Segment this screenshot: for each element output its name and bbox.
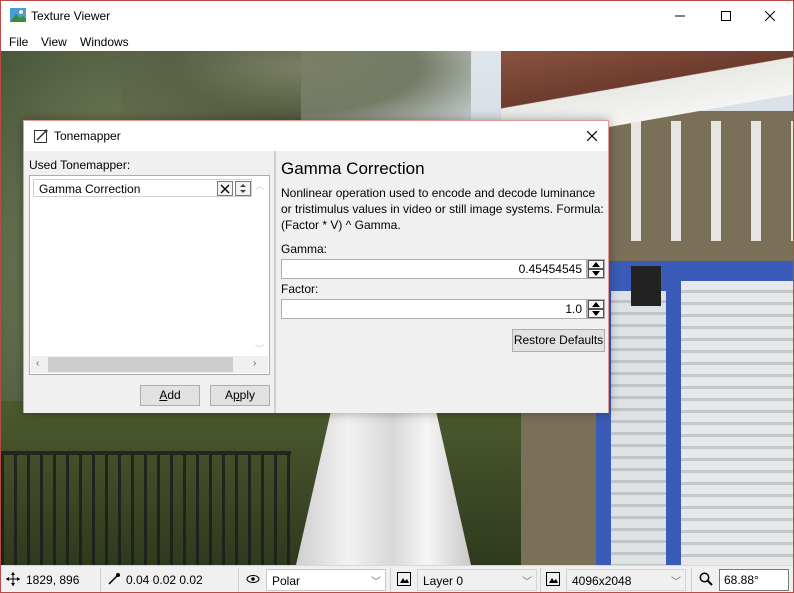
- gamma-label: Gamma:: [281, 242, 328, 256]
- projection-select[interactable]: Polar ﹀: [266, 569, 386, 591]
- window-title: Texture Viewer: [31, 9, 111, 23]
- photo-door-glass-right: [681, 281, 793, 565]
- scroll-up-icon[interactable]: ︿: [255, 179, 264, 192]
- list-item[interactable]: Gamma Correction: [33, 179, 252, 197]
- status-separator: [540, 568, 541, 592]
- tonemapper-settings-pane: Gamma Correction Nonlinear operation use…: [276, 151, 608, 413]
- tonemapper-icon: [34, 129, 48, 143]
- tonemapper-name: Gamma Correction: [281, 159, 425, 178]
- zoom-icon: [699, 572, 713, 586]
- remove-icon: [220, 184, 230, 193]
- menu-view[interactable]: View: [41, 35, 67, 49]
- list-horizontal-scrollbar[interactable]: ‹ ›: [31, 356, 268, 373]
- scroll-left-icon[interactable]: ‹: [36, 358, 39, 369]
- close-icon: [587, 131, 597, 141]
- gamma-input[interactable]: 0.45454545: [281, 259, 587, 279]
- cursor-position: 1829, 896: [26, 573, 80, 587]
- chevron-down-icon: ﹀: [371, 577, 381, 588]
- add-label-rest: dd: [167, 388, 181, 402]
- add-button[interactable]: Add: [140, 385, 200, 406]
- maximize-icon: [721, 11, 731, 21]
- zoom-input[interactable]: 68.88°: [719, 569, 789, 591]
- maximize-button[interactable]: [703, 1, 749, 31]
- layer-icon: [397, 572, 411, 586]
- factor-spinner: [587, 299, 605, 319]
- apply-label-rest: ply: [239, 388, 256, 402]
- scroll-down-icon[interactable]: ﹀: [255, 342, 264, 355]
- tonemapper-list-pane: Used Tonemapper: Gamma Correction ︿ ﹀ ‹ …: [24, 151, 274, 413]
- chevron-down-icon: ﹀: [522, 577, 532, 588]
- resolution-value: 4096x2048: [572, 574, 632, 588]
- arrow-down-icon: [592, 271, 600, 276]
- arrow-down-icon: [592, 311, 600, 316]
- menu-bar: File View Windows: [1, 31, 793, 51]
- landscape-image-icon: [10, 8, 26, 22]
- layer-value: Layer 0: [423, 574, 464, 588]
- apply-label-pre: A: [224, 388, 233, 402]
- photo-beams: [591, 121, 793, 241]
- dialog-title: Tonemapper: [54, 129, 121, 143]
- used-tonemapper-label: Used Tonemapper:: [29, 158, 131, 172]
- photo-door-glass-left: [611, 291, 666, 565]
- gamma-spinner: [587, 259, 605, 279]
- texture-viewer-window: Texture Viewer File View Windows Tonemap…: [0, 0, 794, 593]
- mipmap-select[interactable]: 4096x2048 ﹀: [566, 569, 686, 591]
- apply-button[interactable]: Apply: [210, 385, 270, 406]
- move-cursor-icon: [6, 572, 20, 586]
- status-bar: 1829, 896 0.04 0.02 0.02 Polar ﹀ Layer 0…: [1, 565, 793, 592]
- eye-icon: [246, 575, 260, 583]
- up-down-arrows-icon: [240, 184, 246, 193]
- factor-label: Factor:: [281, 282, 319, 296]
- pixel-color-value: 0.04 0.02 0.02: [126, 573, 203, 587]
- remove-entry-button[interactable]: [217, 181, 233, 196]
- tonemapper-description: Nonlinear operation used to encode and d…: [281, 186, 604, 232]
- apply-label-mnemonic: p: [232, 388, 240, 402]
- horizontal-scroll-thumb[interactable]: [48, 357, 233, 372]
- menu-file[interactable]: File: [9, 35, 28, 49]
- chevron-down-icon: ﹀: [671, 577, 681, 588]
- photo-foliage: [121, 51, 471, 131]
- status-separator: [691, 568, 692, 592]
- arrow-up-icon: [592, 262, 600, 267]
- restore-defaults-button[interactable]: Restore Defaults: [512, 329, 605, 352]
- layer-select[interactable]: Layer 0 ﹀: [417, 569, 537, 591]
- factor-decrement-button[interactable]: [588, 309, 604, 318]
- reorder-entry-button[interactable]: [235, 181, 251, 196]
- mipmap-icon: [546, 572, 560, 586]
- gamma-increment-button[interactable]: [588, 260, 604, 269]
- list-vertical-scrollbar[interactable]: ︿ ﹀: [252, 177, 268, 357]
- photo-fence: [1, 451, 291, 565]
- photo-lamp: [631, 266, 661, 306]
- tonemapper-dialog: Tonemapper Used Tonemapper: Gamma Correc…: [23, 120, 609, 413]
- close-button[interactable]: [747, 1, 793, 31]
- minimize-button[interactable]: [657, 1, 703, 31]
- minimize-icon: [675, 15, 685, 17]
- dialog-title-bar[interactable]: Tonemapper: [24, 121, 608, 151]
- close-icon: [765, 11, 775, 21]
- factor-input[interactable]: 1.0: [281, 299, 587, 319]
- menu-windows[interactable]: Windows: [80, 35, 129, 49]
- status-separator: [100, 568, 101, 592]
- dialog-close-button[interactable]: [580, 126, 604, 146]
- title-bar[interactable]: Texture Viewer: [1, 1, 793, 31]
- status-separator: [390, 568, 391, 592]
- factor-increment-button[interactable]: [588, 300, 604, 309]
- list-item-label: Gamma Correction: [39, 182, 141, 196]
- projection-value: Polar: [272, 574, 301, 588]
- eyedropper-icon: [108, 573, 120, 585]
- tonemapper-listbox[interactable]: Gamma Correction ︿ ﹀ ‹ ›: [29, 175, 270, 375]
- scroll-right-icon[interactable]: ›: [253, 358, 256, 369]
- arrow-up-icon: [592, 302, 600, 307]
- status-separator: [238, 568, 239, 592]
- gamma-decrement-button[interactable]: [588, 269, 604, 278]
